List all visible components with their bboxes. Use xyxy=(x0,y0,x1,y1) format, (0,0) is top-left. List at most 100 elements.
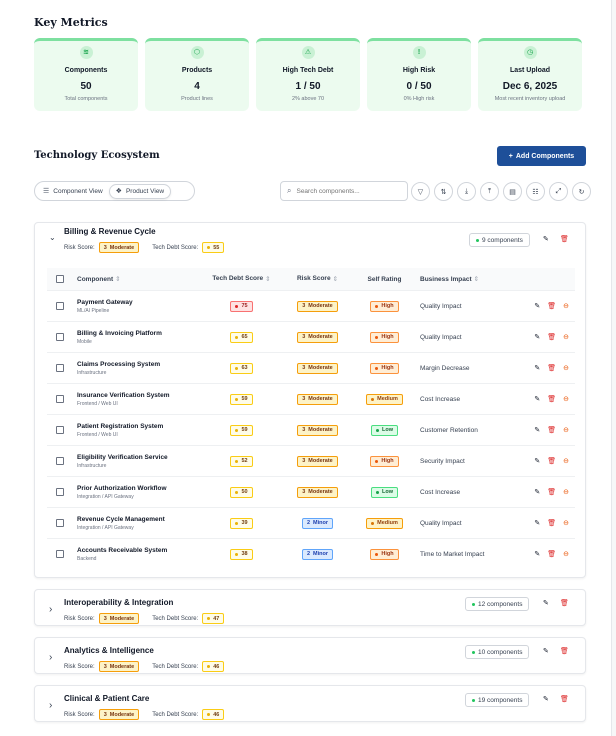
sort-icon[interactable]: ⇅ xyxy=(434,182,453,201)
trash-icon[interactable]: 🗑 xyxy=(547,302,556,310)
sort-icon[interactable]: ⇕ xyxy=(474,276,479,283)
row-checkbox[interactable] xyxy=(56,426,64,434)
trash-icon[interactable]: 🗑 xyxy=(547,488,556,496)
add-components-button[interactable]: + Add Components xyxy=(497,146,586,166)
row-checkbox[interactable] xyxy=(56,364,64,372)
pencil-icon[interactable]: ✎ xyxy=(543,695,549,703)
file-icon[interactable]: ▤ xyxy=(503,182,522,201)
chevron-right-icon[interactable]: › xyxy=(49,700,52,711)
component-view-button[interactable]: ☰ Component View xyxy=(37,184,109,199)
product-group: › Clinical & Patient Care Risk Score: 3 Mode… xyxy=(34,685,586,722)
pencil-icon[interactable]: ✎ xyxy=(534,364,540,372)
column-component[interactable]: Component ⇕ xyxy=(73,275,200,283)
component-name[interactable]: Prior Authorization Workflow xyxy=(77,485,200,492)
pencil-icon[interactable]: ✎ xyxy=(534,488,540,496)
tech-debt-dot xyxy=(235,304,239,308)
group-title: Billing & Revenue Cycle xyxy=(64,227,156,236)
sort-icon[interactable]: ⇕ xyxy=(115,276,120,283)
remove-circle-icon[interactable]: ⊖ xyxy=(563,457,569,465)
row-checkbox[interactable] xyxy=(56,395,64,403)
trash-icon[interactable]: 🗑 xyxy=(560,599,569,607)
component-name[interactable]: Claims Processing System xyxy=(77,361,200,368)
add-components-label: Add Components xyxy=(515,152,575,160)
sort-icon[interactable]: ⇕ xyxy=(333,275,338,283)
trash-icon[interactable]: 🗑 xyxy=(560,235,569,243)
trash-icon[interactable]: 🗑 xyxy=(547,426,556,434)
pencil-icon[interactable]: ✎ xyxy=(534,426,540,434)
pencil-icon[interactable]: ✎ xyxy=(534,519,540,527)
remove-circle-icon[interactable]: ⊖ xyxy=(563,395,569,403)
component-name[interactable]: Patient Registration System xyxy=(77,423,200,430)
column-business-impact[interactable]: Business Impact ⇕ xyxy=(417,275,517,283)
row-checkbox[interactable] xyxy=(56,333,64,341)
pencil-icon[interactable]: ✎ xyxy=(534,457,540,465)
refresh-icon[interactable]: ↻ xyxy=(572,182,591,201)
pencil-icon[interactable]: ✎ xyxy=(534,395,540,403)
remove-circle-icon[interactable]: ⊖ xyxy=(563,364,569,372)
trash-icon[interactable]: 🗑 xyxy=(547,457,556,465)
tech-debt-badge: 59 xyxy=(230,424,253,436)
chevron-right-icon[interactable]: › xyxy=(49,652,52,663)
component-name[interactable]: Revenue Cycle Management xyxy=(77,516,200,523)
self-rating-cell: Low xyxy=(352,424,417,436)
pencil-icon[interactable]: ✎ xyxy=(534,333,540,341)
remove-circle-icon[interactable]: ⊖ xyxy=(563,302,569,310)
tech-debt-badge: 39 xyxy=(230,517,253,529)
tech-debt-cell: 65 xyxy=(200,331,283,343)
download-icon[interactable]: ⤓ xyxy=(457,182,476,201)
pencil-icon[interactable]: ✎ xyxy=(543,647,549,655)
upload-icon[interactable]: ⤒ xyxy=(480,182,499,201)
row-checkbox[interactable] xyxy=(56,488,64,496)
row-checkbox[interactable] xyxy=(56,302,64,310)
trash-icon[interactable]: 🗑 xyxy=(560,647,569,655)
remove-circle-icon[interactable]: ⊖ xyxy=(563,426,569,434)
trash-icon[interactable]: 🗑 xyxy=(547,364,556,372)
component-category: Frontend / Web UI xyxy=(77,400,118,407)
risk-score-number: 3 xyxy=(103,711,107,718)
risk-number: 2 xyxy=(306,551,311,557)
trash-icon[interactable]: 🗑 xyxy=(547,519,556,527)
select-all-checkbox[interactable] xyxy=(56,275,64,283)
chevron-right-icon[interactable]: › xyxy=(49,604,52,615)
tech-debt-dot xyxy=(235,552,239,556)
component-name[interactable]: Accounts Receivable System xyxy=(77,547,200,554)
tech-debt-score-label: Tech Debt Score: xyxy=(152,615,199,622)
component-name[interactable]: Eligibility Verification Service xyxy=(77,454,200,461)
remove-circle-icon[interactable]: ⊖ xyxy=(563,550,569,558)
chevron-down-icon[interactable]: ⌄ xyxy=(49,233,56,242)
trash-icon[interactable]: 🗑 xyxy=(547,333,556,341)
remove-circle-icon[interactable]: ⊖ xyxy=(563,519,569,527)
row-checkbox[interactable] xyxy=(56,550,64,558)
risk-score-number: 3 xyxy=(103,615,107,622)
risk-badge: 2 Minor xyxy=(301,548,334,560)
pencil-icon[interactable]: ✎ xyxy=(534,302,540,310)
column-risk[interactable]: Risk Score ⇕ xyxy=(283,275,352,283)
column-tech-debt[interactable]: Tech Debt Score ⇕ xyxy=(200,275,283,283)
sort-icon[interactable]: ⇕ xyxy=(265,275,270,283)
tech-debt-value: 39 xyxy=(241,520,248,526)
expand-icon[interactable]: ⤢ xyxy=(549,182,568,201)
remove-circle-icon[interactable]: ⊖ xyxy=(563,333,569,341)
trash-icon[interactable]: 🗑 xyxy=(560,695,569,703)
risk-number: 3 xyxy=(302,458,306,464)
component-name[interactable]: Payment Gateway xyxy=(77,299,200,306)
column-tech-debt-label: Tech Debt Score xyxy=(212,275,264,282)
tech-debt-value: 65 xyxy=(241,334,248,340)
trash-icon[interactable]: 🗑 xyxy=(547,395,556,403)
pencil-icon[interactable]: ✎ xyxy=(543,599,549,607)
settings-sliders-icon[interactable]: ☷ xyxy=(526,182,545,201)
pencil-icon[interactable]: ✎ xyxy=(543,235,549,243)
row-checkbox[interactable] xyxy=(56,457,64,465)
component-name[interactable]: Insurance Verification System xyxy=(77,392,200,399)
trash-icon[interactable]: 🗑 xyxy=(547,550,556,558)
business-impact-cell: Cost Increase xyxy=(420,395,461,403)
pencil-icon[interactable]: ✎ xyxy=(534,550,540,558)
row-checkbox[interactable] xyxy=(56,519,64,527)
component-name[interactable]: Billing & Invoicing Platform xyxy=(77,330,200,337)
column-self-rating[interactable]: Self Rating xyxy=(352,276,417,283)
row-checkbox-cell xyxy=(47,457,73,465)
filter-icon[interactable]: ▽ xyxy=(411,182,430,201)
remove-circle-icon[interactable]: ⊖ xyxy=(563,488,569,496)
product-view-button[interactable]: ❖ Product View xyxy=(108,183,172,199)
search-input[interactable] xyxy=(296,187,397,195)
